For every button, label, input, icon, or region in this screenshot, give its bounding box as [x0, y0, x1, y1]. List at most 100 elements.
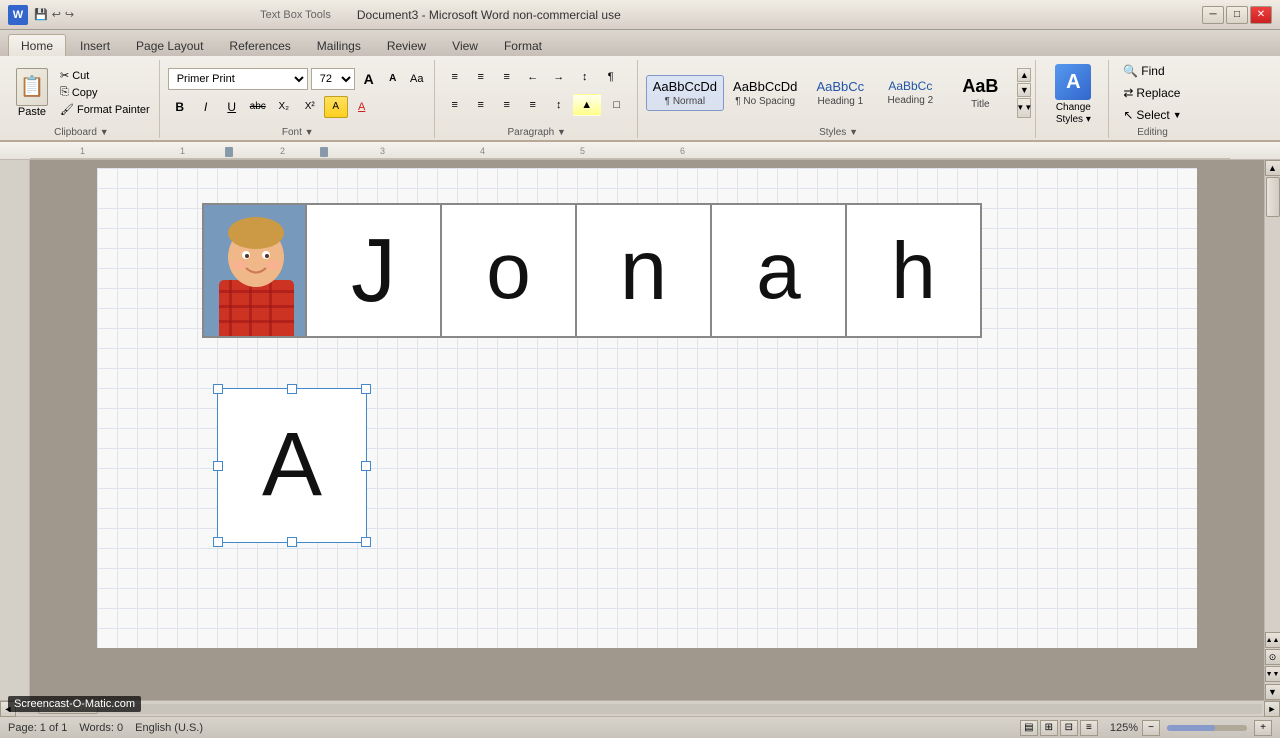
increase-indent-button[interactable]: → — [547, 66, 571, 88]
quick-access-undo[interactable]: ↩ — [52, 8, 61, 21]
normal-preview: AaBbCcDd — [653, 79, 717, 94]
subscript-button[interactable]: X₂ — [272, 96, 296, 118]
align-center-button[interactable]: ≡ — [469, 94, 493, 116]
handle-top-right[interactable] — [361, 384, 371, 394]
styles-more-button[interactable]: ▼▼ — [1017, 98, 1031, 118]
document-page: J o n a h — [97, 168, 1197, 648]
font-name-select[interactable]: Primer Print — [168, 68, 308, 90]
handle-top-center[interactable] — [287, 384, 297, 394]
style-heading1[interactable]: AaBbCc Heading 1 — [806, 75, 874, 111]
hscroll-track[interactable] — [18, 704, 1262, 714]
paragraph-label: Paragraph ▼ — [443, 125, 631, 138]
handle-top-left[interactable] — [213, 384, 223, 394]
paintbrush-icon: 🖌 — [60, 103, 74, 116]
handle-bottom-center[interactable] — [287, 537, 297, 547]
change-styles-button[interactable]: A ChangeStyles ▾ — [1044, 60, 1102, 130]
hscroll-right-arrow[interactable]: ► — [1264, 701, 1280, 717]
close-button[interactable]: ✕ — [1250, 6, 1272, 24]
decrease-indent-button[interactable]: ← — [521, 66, 545, 88]
font-size-select[interactable]: 72 — [311, 68, 355, 90]
text-highlight-button[interactable]: A — [324, 96, 348, 118]
svg-text:1: 1 — [180, 146, 185, 156]
justify-button[interactable]: ≡ — [521, 94, 545, 116]
font-expand-icon[interactable]: ▼ — [305, 127, 314, 137]
cut-button[interactable]: ✂ Cut — [57, 68, 153, 83]
zoom-in-button[interactable]: + — [1254, 720, 1272, 736]
strikethrough-button[interactable]: abc — [246, 96, 270, 118]
web-layout-button[interactable]: ⊟ — [1060, 720, 1078, 736]
font-color-button[interactable]: A — [350, 96, 374, 118]
tab-home[interactable]: Home — [8, 34, 66, 56]
select-button[interactable]: ↖ Select ▼ — [1117, 105, 1187, 125]
tab-references[interactable]: References — [217, 35, 302, 56]
style-heading2[interactable]: AaBbCc Heading 2 — [876, 75, 944, 110]
show-hide-button[interactable]: ¶ — [599, 66, 623, 88]
font-label: Font ▼ — [168, 125, 428, 138]
minimize-button[interactable]: ─ — [1202, 6, 1224, 24]
tab-format[interactable]: Format — [492, 35, 554, 56]
clipboard-group: 📋 Paste ✂ Cut ⎘ Copy 🖌 Format Painter — [6, 60, 160, 138]
bullets-button[interactable]: ≡ — [443, 66, 467, 88]
style-title[interactable]: AaB Title — [946, 72, 1014, 114]
underline-button[interactable]: U — [220, 96, 244, 118]
multilevel-list-button[interactable]: ≡ — [495, 66, 519, 88]
superscript-button[interactable]: X² — [298, 96, 322, 118]
bold-button[interactable]: B — [168, 96, 192, 118]
word-count: Words: 0 — [79, 722, 123, 734]
selected-text-box[interactable]: A — [217, 388, 367, 543]
page-down-button[interactable]: ▼▼ — [1265, 666, 1280, 682]
letter-h: h — [891, 231, 936, 311]
quick-access-save[interactable]: 💾 — [34, 8, 48, 21]
scroll-down-arrow[interactable]: ▼ — [1265, 684, 1280, 700]
outline-view-button[interactable]: ≡ — [1080, 720, 1098, 736]
status-left: Page: 1 of 1 Words: 0 English (U.S.) — [8, 722, 203, 734]
copy-button[interactable]: ⎘ Copy — [57, 85, 153, 100]
styles-scroll-up[interactable]: ▲ — [1017, 68, 1031, 82]
clipboard-expand-icon[interactable]: ▼ — [100, 127, 109, 137]
format-painter-button[interactable]: 🖌 Format Painter — [57, 102, 153, 117]
page-up-button[interactable]: ▲▲ — [1265, 632, 1280, 648]
paste-label: Paste — [18, 106, 46, 118]
tab-view[interactable]: View — [440, 35, 490, 56]
handle-bottom-right[interactable] — [361, 537, 371, 547]
tab-review[interactable]: Review — [375, 35, 438, 56]
clear-format-button[interactable]: Aa — [406, 68, 428, 90]
borders-button[interactable]: □ — [603, 94, 631, 116]
scroll-up-arrow[interactable]: ▲ — [1265, 160, 1280, 176]
line-spacing-button[interactable]: ↕ — [547, 94, 571, 116]
scroll-track[interactable] — [1266, 177, 1280, 629]
tab-page-layout[interactable]: Page Layout — [124, 35, 215, 56]
paste-button[interactable]: 📋 Paste — [10, 64, 54, 122]
handle-middle-right[interactable] — [361, 461, 371, 471]
document-scroll-area[interactable]: J o n a h — [30, 160, 1264, 700]
tab-mailings[interactable]: Mailings — [305, 35, 373, 56]
style-no-spacing[interactable]: AaBbCcDd ¶ No Spacing — [726, 75, 804, 111]
quick-access-redo[interactable]: ↪ — [65, 8, 74, 21]
font-grow-button[interactable]: A — [358, 68, 380, 90]
numbered-list-button[interactable]: ≡ — [469, 66, 493, 88]
scroll-thumb[interactable] — [1266, 177, 1280, 217]
italic-button[interactable]: I — [194, 96, 218, 118]
sort-button[interactable]: ↕ — [573, 66, 597, 88]
font-shrink-button[interactable]: A — [382, 68, 404, 90]
zoom-slider[interactable] — [1167, 725, 1247, 731]
shading-button[interactable]: ▲ — [573, 94, 601, 116]
maximize-button[interactable]: □ — [1226, 6, 1248, 24]
replace-button[interactable]: ⇄ Replace — [1117, 83, 1187, 103]
style-normal[interactable]: AaBbCcDd ¶ Normal — [646, 75, 724, 111]
align-left-button[interactable]: ≡ — [443, 94, 467, 116]
zoom-out-button[interactable]: − — [1142, 720, 1160, 736]
align-right-button[interactable]: ≡ — [495, 94, 519, 116]
paragraph-expand-icon[interactable]: ▼ — [557, 127, 566, 137]
styles-scroll-down[interactable]: ▼ — [1017, 83, 1031, 97]
tab-insert[interactable]: Insert — [68, 35, 122, 56]
handle-bottom-left[interactable] — [213, 537, 223, 547]
select-browse-button[interactable]: ⊙ — [1265, 649, 1280, 665]
copy-icon: ⎘ — [60, 86, 69, 99]
full-screen-button[interactable]: ⊞ — [1040, 720, 1058, 736]
styles-expand-icon[interactable]: ▼ — [849, 127, 858, 137]
find-button[interactable]: 🔍 Find — [1117, 61, 1187, 81]
handle-middle-left[interactable] — [213, 461, 223, 471]
print-layout-button[interactable]: ▤ — [1020, 720, 1038, 736]
no-spacing-label: ¶ No Spacing — [735, 96, 795, 107]
